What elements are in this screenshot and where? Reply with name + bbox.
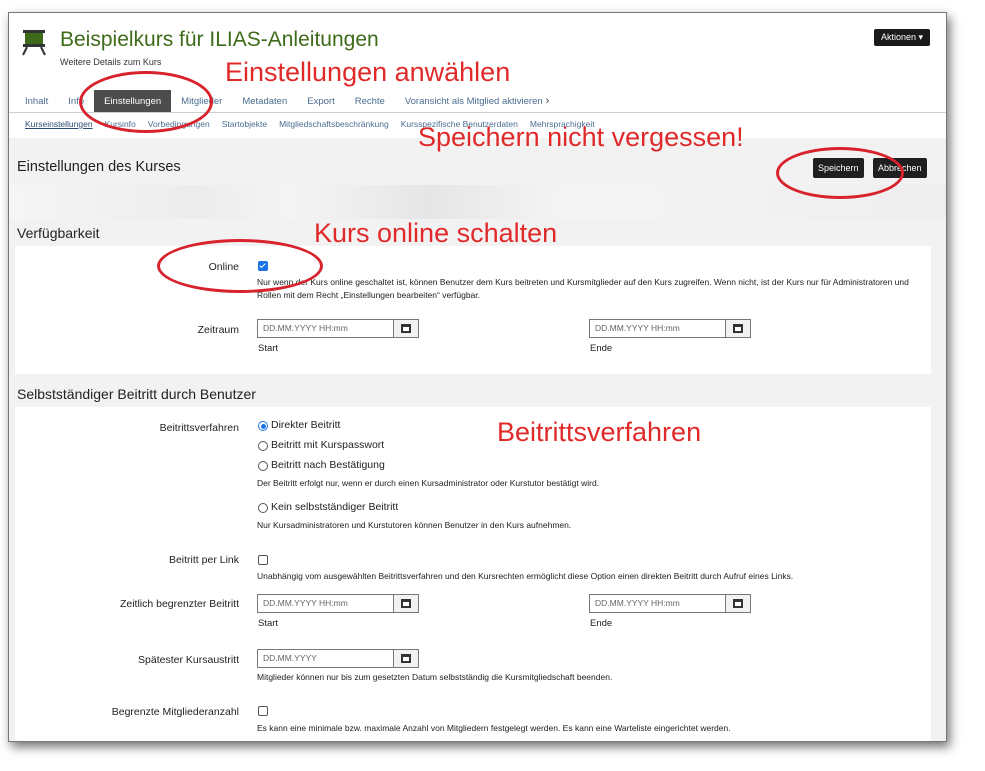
highlight-ellipse-save-button [776,147,904,199]
period-start-input[interactable]: DD.MM.YYYY HH:mm [258,320,393,337]
max-members-label: Begrenzte Mitgliederanzahl [111,706,239,718]
subtab-kurseinstellungen[interactable]: Kurseinstellungen [25,119,93,129]
period-start-calendar-button[interactable] [393,320,418,337]
annotation-dont-forget-save: Speichern nicht vergessen! [418,122,744,152]
procedure-label: Beitrittsverfahren [159,422,239,434]
radio-password-join[interactable] [258,441,268,451]
course-board-icon [22,30,46,56]
limited-end-calendar-button[interactable] [725,595,750,612]
tab-export[interactable]: Export [297,90,344,112]
period-end-field[interactable]: DD.MM.YYYY HH:mm [589,319,751,338]
leave-date-input[interactable]: DD.MM.YYYY [258,650,393,667]
radio-no-join-label[interactable]: Kein selbstständiger Beitritt [271,501,398,513]
radio-password-join-label[interactable]: Beitritt mit Kurspasswort [271,439,384,451]
calendar-icon [733,324,743,333]
link-join-label: Beitritt per Link [168,554,239,566]
limited-end-label: Ende [590,618,613,629]
leave-date-field[interactable]: DD.MM.YYYY [257,649,419,668]
limited-start-calendar-button[interactable] [393,595,418,612]
limited-start-label: Start [258,618,279,629]
registration-panel: Beitrittsverfahren Direkter Beitritt Bei… [15,407,931,741]
max-members-help: Es kann eine minimale bzw. maximale Anza… [257,723,731,733]
radio-no-join[interactable] [258,503,268,513]
subtab-mitgliedschaftsbeschraenkung[interactable]: Mitgliedschaftsbeschränkung [279,119,389,129]
section-title-availability: Verfügbarkeit [17,225,100,241]
tab-voransicht-label: Voransicht als Mitglied aktivieren [404,95,543,107]
availability-panel: Online Nur wenn der Kurs online geschalt… [15,246,931,374]
period-start-label: Start [258,343,279,354]
limited-end-field[interactable]: DD.MM.YYYY HH:mm [589,594,751,613]
subtab-startobjekte[interactable]: Startobjekte [222,119,267,129]
tab-voransicht[interactable]: Voransicht als Mitglied aktivieren › [395,90,560,112]
radio-direct-join[interactable] [258,421,268,431]
period-end-calendar-button[interactable] [725,320,750,337]
leave-help: Mitglieder können nur bis zum gesetzten … [257,672,613,682]
annotation-select-settings: Einstellungen anwählen [225,57,511,87]
calendar-icon [401,654,411,663]
annotation-switch-online: Kurs online schalten [314,218,558,248]
calendar-icon [733,599,743,608]
leave-label: Spätester Kursaustritt [138,654,239,666]
section-title-registration: Selbstständiger Beitritt durch Benutzer [17,386,256,402]
confirm-join-help: Der Beitritt erfolgt nur, wenn er durch … [257,478,600,488]
limited-start-input[interactable]: DD.MM.YYYY HH:mm [258,595,393,612]
highlight-ellipse-settings-tab [79,71,213,133]
link-join-checkbox[interactable] [258,555,268,565]
highlight-ellipse-online [157,239,323,293]
tab-inhalt[interactable]: Inhalt [15,90,58,112]
calendar-icon [401,599,411,608]
page-title: Einstellungen des Kurses [17,159,181,175]
period-end-input[interactable]: DD.MM.YYYY HH:mm [590,320,725,337]
tab-rechte[interactable]: Rechte [345,90,395,112]
tab-metadaten[interactable]: Metadaten [232,90,297,112]
online-help-text: Nur wenn der Kurs online geschaltet ist,… [257,277,909,300]
no-join-help: Nur Kursadministratoren und Kurstutoren … [257,520,572,530]
limited-start-field[interactable]: DD.MM.YYYY HH:mm [257,594,419,613]
radio-confirm-join-label[interactable]: Beitritt nach Bestätigung [271,459,385,471]
period-end-label: Ende [590,343,613,354]
course-subtitle[interactable]: Weitere Details zum Kurs [60,57,161,67]
limited-end-input[interactable]: DD.MM.YYYY HH:mm [590,595,725,612]
annotation-procedure: Beitrittsverfahren [497,417,702,447]
course-title: Beispielkurs für ILIAS-Anleitungen [60,28,379,51]
max-members-checkbox[interactable] [258,706,268,716]
link-join-help: Unabhängig vom ausgewählten Beitrittsver… [257,571,794,581]
period-label: Zeitraum [197,324,239,336]
period-start-field[interactable]: DD.MM.YYYY HH:mm [257,319,419,338]
limited-join-label: Zeitlich begrenzter Beitritt [119,598,239,610]
radio-direct-join-label[interactable]: Direkter Beitritt [271,419,340,431]
leave-calendar-button[interactable] [393,650,418,667]
actions-dropdown-button[interactable]: Aktionen ▾ [873,29,930,46]
chevron-right-icon: › [545,95,550,107]
calendar-icon [401,324,411,333]
radio-confirm-join[interactable] [258,461,268,471]
